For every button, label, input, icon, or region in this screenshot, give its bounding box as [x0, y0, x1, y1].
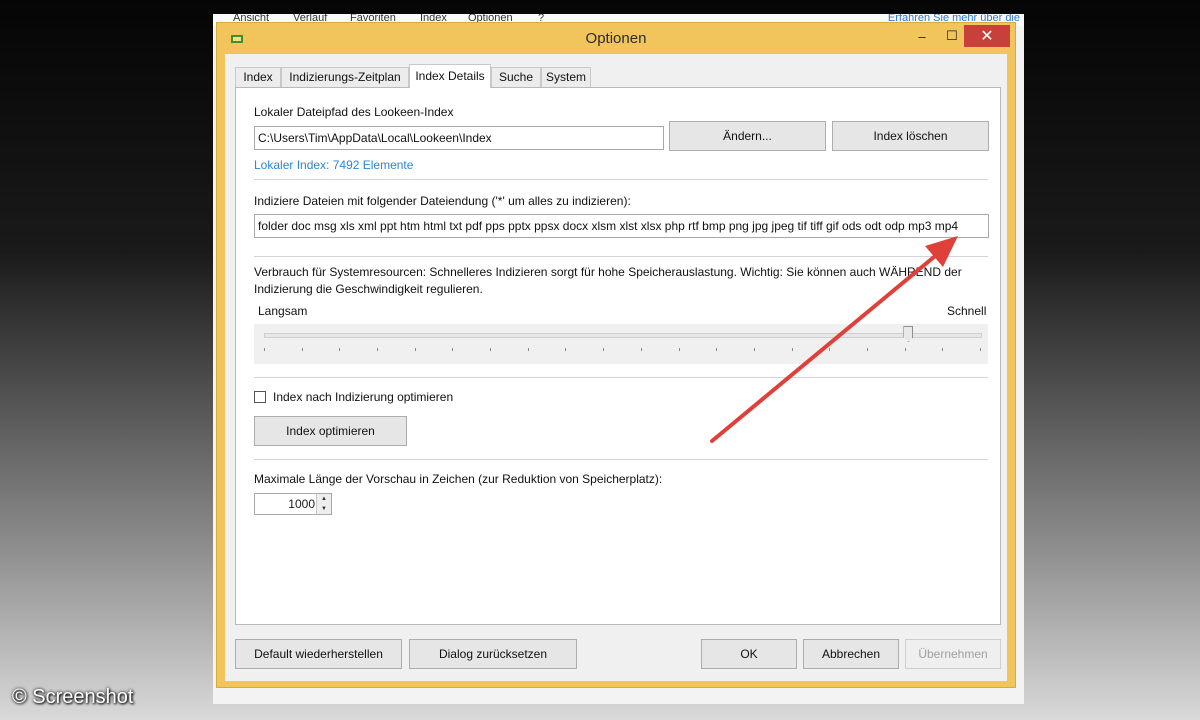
cancel-button[interactable]: Abbrechen: [803, 639, 899, 669]
dialog-title: Optionen: [585, 30, 647, 47]
apply-button[interactable]: Übernehmen: [905, 639, 1001, 669]
speed-slider[interactable]: [254, 324, 988, 364]
extensions-label: Indiziere Dateien mit folgender Dateiend…: [254, 194, 631, 208]
tab-indizierungs-zeitplan[interactable]: Indizierungs-Zeitplan: [281, 67, 409, 87]
restore-defaults-button[interactable]: Default wiederherstellen: [235, 639, 402, 669]
slider-tick: [753, 348, 755, 351]
tab-system[interactable]: System: [541, 67, 591, 87]
slider-tick: [980, 348, 981, 351]
slider-tick: [452, 348, 454, 351]
spin-down-icon[interactable]: ▼: [317, 504, 331, 514]
slider-tick: [565, 348, 567, 351]
slider-tick: [301, 348, 303, 351]
slider-tick: [716, 348, 718, 351]
slider-thumb[interactable]: [903, 326, 914, 342]
slider-tick: [942, 348, 944, 351]
ok-button[interactable]: OK: [701, 639, 797, 669]
options-dialog: Optionen – ☐ ✕ Index Indizierungs-Zeitpl…: [216, 22, 1016, 688]
minimize-button[interactable]: –: [907, 25, 937, 47]
spinner-buttons: ▲ ▼: [316, 494, 331, 514]
preview-length-spinner[interactable]: 1000 ▲ ▼: [254, 493, 332, 515]
close-button[interactable]: ✕: [964, 25, 1010, 47]
slider-track: [264, 333, 982, 338]
optimize-after-index-checkbox[interactable]: [254, 391, 266, 403]
maximize-button[interactable]: ☐: [937, 25, 967, 47]
tab-panel-index-details: Lokaler Dateipfad des Lookeen-Index C:\U…: [235, 87, 1001, 625]
preview-length-label: Maximale Länge der Vorschau in Zeichen (…: [254, 472, 663, 486]
slider-tick: [791, 348, 793, 351]
slider-tick: [640, 348, 642, 351]
slider-tick: [829, 348, 831, 351]
index-path-field[interactable]: C:\Users\Tim\AppData\Local\Lookeen\Index: [254, 126, 664, 150]
separator: [254, 179, 988, 180]
title-bar[interactable]: Optionen – ☐ ✕: [217, 23, 1015, 53]
preview-length-value[interactable]: 1000: [288, 497, 315, 511]
optimize-after-index-label[interactable]: Index nach Indizierung optimieren: [273, 390, 453, 404]
separator: [254, 459, 988, 460]
delete-index-button[interactable]: Index löschen: [832, 121, 989, 151]
slider-tick: [866, 348, 868, 351]
slider-tick: [264, 348, 265, 351]
separator: [254, 256, 988, 257]
slider-tick: [904, 348, 906, 351]
separator: [254, 377, 988, 378]
screenshot-watermark: © Screenshot: [12, 686, 134, 708]
index-path-label: Lokaler Dateipfad des Lookeen-Index: [254, 105, 454, 119]
slider-tick: [339, 348, 341, 351]
slider-tick: [490, 348, 492, 351]
slider-tick: [603, 348, 605, 351]
extensions-field[interactable]: folder doc msg xls xml ppt htm html txt …: [254, 214, 989, 238]
resources-description-line2: Indizierung die Geschwindigkeit regulier…: [254, 282, 483, 296]
tab-index[interactable]: Index: [235, 67, 281, 87]
tab-suche[interactable]: Suche: [491, 67, 541, 87]
tab-index-details[interactable]: Index Details: [409, 64, 491, 88]
local-index-count-link[interactable]: Lokaler Index: 7492 Elemente: [254, 158, 413, 172]
optimize-index-button[interactable]: Index optimieren: [254, 416, 407, 446]
slider-tick: [377, 348, 379, 351]
slider-fast-label: Schnell: [947, 304, 987, 318]
slider-tick: [678, 348, 680, 351]
reset-dialog-button[interactable]: Dialog zurücksetzen: [409, 639, 577, 669]
slider-slow-label: Langsam: [258, 304, 308, 318]
resources-description-line1: Verbrauch für Systemresourcen: Schneller…: [254, 265, 962, 279]
change-path-button[interactable]: Ändern...: [669, 121, 826, 151]
close-icon: ✕: [980, 28, 994, 45]
minimize-icon: –: [918, 28, 926, 44]
dialog-client-area: Index Indizierungs-Zeitplan Index Detail…: [225, 54, 1007, 681]
spin-up-icon[interactable]: ▲: [317, 494, 331, 504]
maximize-icon: ☐: [946, 28, 958, 43]
slider-tick: [414, 348, 416, 351]
slider-tick: [527, 348, 529, 351]
